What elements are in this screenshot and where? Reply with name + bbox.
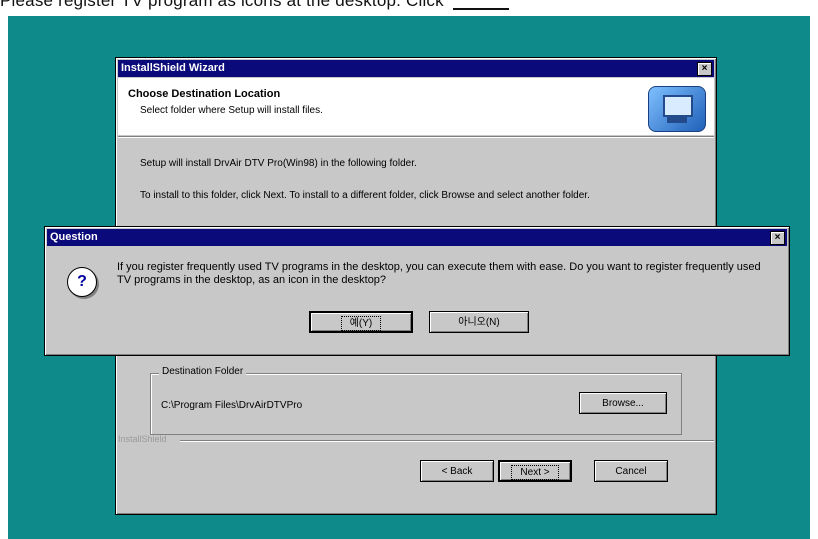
wizard-close-icon[interactable]: × (697, 62, 712, 76)
destination-path: C:\Program Files\DrvAirDTVPro (161, 400, 303, 411)
installshield-label: InstallShield (118, 434, 167, 444)
wizard-title-bar: InstallShield Wizard × (118, 60, 714, 77)
question-message: If you register frequently used TV progr… (117, 261, 761, 286)
wizard-header-title: Choose Destination Location (128, 88, 281, 100)
next-button-label: Next > (511, 465, 559, 480)
setup-computer-icon (648, 86, 706, 132)
wizard-body-line2: To install to this folder, click Next. T… (140, 190, 590, 201)
destination-folder-group: Destination Folder C:\Program Files\DrvA… (150, 366, 682, 435)
wizard-header-subtitle: Select folder where Setup will install f… (140, 105, 323, 116)
cancel-button[interactable]: Cancel (594, 460, 668, 482)
question-dialog: Question × ? If you register frequently … (44, 226, 790, 356)
wizard-title: InstallShield Wizard (121, 62, 225, 74)
header-separator (118, 136, 714, 138)
wizard-header: Choose Destination Location Select folde… (118, 78, 714, 135)
destination-folder-label: Destination Folder (159, 366, 247, 377)
browse-button[interactable]: Browse... (579, 392, 667, 414)
question-title: Question (50, 231, 98, 243)
question-icon: ? (67, 267, 97, 297)
instruction-text: Please register TV program as icons at t… (0, 0, 444, 10)
question-title-bar: Question × (47, 229, 787, 246)
setup-monitor-shape (663, 95, 693, 117)
no-button[interactable]: 아니오(N) (429, 311, 529, 333)
footer-separator (180, 440, 714, 442)
setup-base-shape (667, 117, 687, 123)
question-close-icon[interactable]: × (770, 231, 785, 245)
yes-button-label: 예(Y) (340, 316, 382, 331)
back-button[interactable]: < Back (420, 460, 494, 482)
desktop: InstallShield Wizard × Choose Destinatio… (8, 16, 810, 539)
yes-button[interactable]: 예(Y) (309, 311, 413, 333)
next-button[interactable]: Next > (498, 460, 572, 482)
instruction-caption: Please register TV program as icons at t… (0, 0, 818, 15)
wizard-body-line1: Setup will install DrvAir DTV Pro(Win98)… (140, 158, 417, 169)
button-reference-underline (452, 0, 509, 10)
